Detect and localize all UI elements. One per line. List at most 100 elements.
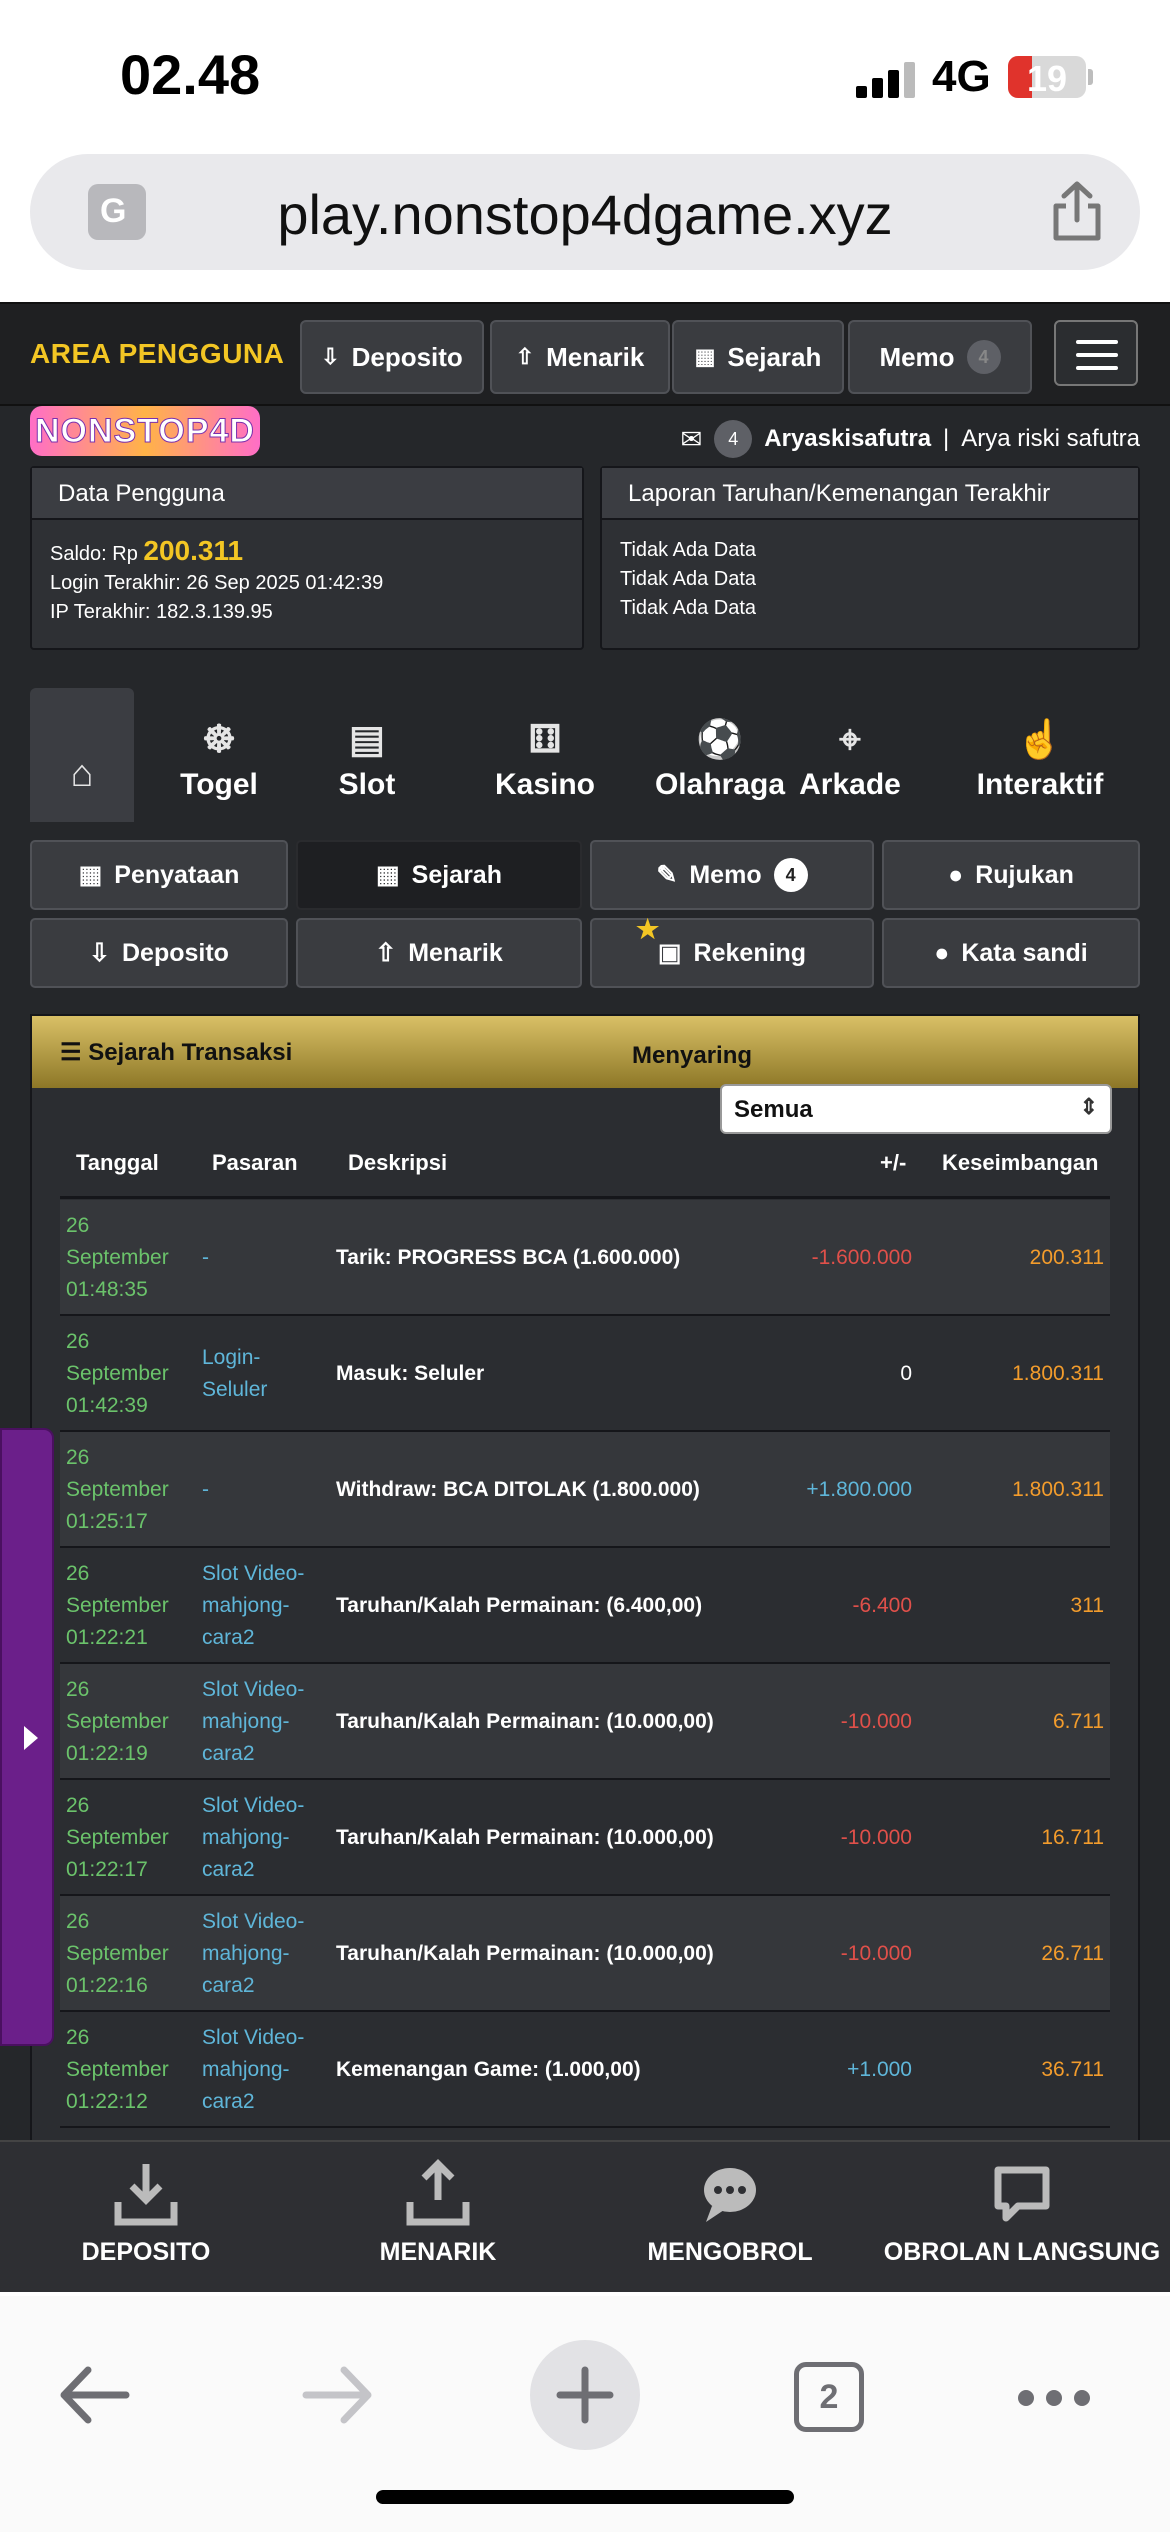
submenu-deposit[interactable]: ⇩ Deposito	[30, 918, 288, 988]
withdraw-icon: ⇧	[515, 344, 535, 369]
cell-amount: -10.000	[840, 1942, 912, 1965]
new-tab-button[interactable]	[530, 2340, 640, 2450]
market-part: mahjong-	[202, 1710, 290, 1733]
full-name: Arya riski safutra	[961, 425, 1140, 452]
cell-balance: 16.711	[1041, 1826, 1104, 1849]
market-part: mahjong-	[202, 1594, 290, 1617]
bottom-deposit-button[interactable]: DEPOSITO	[0, 2158, 292, 2288]
date-part: September	[66, 2058, 169, 2081]
cell-description: Tarik: PROGRESS BCA (1.600.000)	[336, 1246, 681, 1269]
table-row: 26 September 01:22:19 Slot Video-mahjong-ca…	[60, 1664, 1110, 1780]
submenu-memo[interactable]: ✎ Memo 4	[590, 840, 874, 910]
message-count-badge[interactable]: 4	[714, 420, 753, 458]
market-part: Slot Video-	[202, 1678, 305, 1701]
date-part: 26	[66, 1446, 90, 1469]
forward-arrow-icon[interactable]	[300, 2360, 376, 2430]
envelope-icon[interactable]: ✉	[680, 424, 702, 455]
market-part: cara2	[202, 1742, 255, 1765]
cell-market[interactable]: Login- Seluler	[202, 1342, 332, 1406]
cell-amount: -10.000	[840, 1826, 912, 1849]
date-part: 26	[66, 2026, 90, 2049]
category-arkade[interactable]: ⌖ Arkade	[790, 688, 910, 822]
crosshair-icon: ⌖	[839, 719, 861, 761]
battery-icon: 19	[1008, 56, 1086, 99]
market-part: Slot Video-	[202, 2026, 305, 2049]
cell-market[interactable]: Slot Video-mahjong-cara2	[202, 2022, 332, 2118]
list-icon: ☰	[60, 1039, 82, 1066]
cell-description: Taruhan/Kalah Permainan: (10.000,00)	[336, 1710, 714, 1733]
soccer-ball-icon: ⚽	[696, 719, 744, 761]
bottom-live-chat-button[interactable]: OBROLAN LANGSUNG	[876, 2158, 1168, 2288]
cell-description: Kemenangan Game: (1.000,00)	[336, 2058, 641, 2081]
date-part: 01:22:17	[66, 1858, 148, 1881]
site-logo[interactable]: NONSTOP4D	[30, 406, 260, 456]
submenu-statement[interactable]: ▦ Penyataan	[30, 840, 288, 910]
submenu-history[interactable]: ▦ Sejarah	[296, 840, 582, 910]
memo-count-badge: 4	[966, 340, 1001, 374]
cell-market[interactable]: Slot Video-mahjong-cara2	[202, 1790, 332, 1886]
market-part: cara2	[202, 1858, 255, 1881]
home-indicator	[376, 2490, 794, 2504]
battery-level: 19	[1026, 58, 1068, 99]
calendar-icon: ▦	[376, 861, 400, 889]
table-row: 26 September 01:22:16 Slot Video-mahjong-ca…	[60, 1896, 1110, 2012]
more-icon[interactable]	[1018, 2390, 1090, 2406]
slot-machine-icon: ▤	[349, 719, 385, 761]
cell-date: 26 September 01:22:17	[66, 1790, 196, 1886]
category-kasino[interactable]: ⚅ Kasino	[470, 688, 620, 822]
cell-amount: -6.400	[852, 1594, 912, 1617]
menu-icon[interactable]	[1054, 320, 1138, 386]
date-part: September	[66, 1826, 169, 1849]
category-togel[interactable]: ☸ Togel	[154, 688, 284, 822]
memo-button[interactable]: Memo 4	[848, 320, 1032, 394]
category-home[interactable]: ⌂	[30, 688, 134, 822]
table-row: 26 September 01:48:35 - Tarik: PROGRESS BCA …	[60, 1200, 1110, 1316]
cell-description: Taruhan/Kalah Permainan: (6.400,00)	[336, 1594, 703, 1617]
cell-date: 26 September 01:42:39	[66, 1326, 196, 1422]
withdraw-button[interactable]: ⇧ Menarik	[490, 320, 670, 394]
cell-balance: 36.711	[1041, 2058, 1104, 2081]
submenu-withdraw[interactable]: ⇧ Menarik	[296, 918, 582, 988]
filter-select[interactable]: Semua ⇕	[720, 1084, 1112, 1134]
cell-balance: 1.800.311	[1012, 1362, 1104, 1385]
back-arrow-icon[interactable]	[56, 2360, 132, 2430]
side-drawer-tab[interactable]	[0, 1428, 54, 2046]
bet-report-panel: Laporan Taruhan/Kemenangan Terakhir Tida…	[600, 466, 1140, 650]
address-bar[interactable]: G play.nonstop4dgame.xyz	[30, 154, 1140, 270]
deposit-button[interactable]: ⇩ Deposito	[300, 320, 484, 394]
date-part: 01:22:16	[66, 1974, 148, 1997]
report-line: Tidak Ada Data	[620, 568, 757, 590]
deposit-icon: ⇩	[89, 939, 110, 967]
cell-balance: 200.311	[1029, 1246, 1104, 1269]
submenu-account[interactable]: ★ ▣ Rekening	[590, 914, 874, 988]
category-olahraga[interactable]: ⚽ Olahraga	[630, 688, 810, 822]
submenu-referral[interactable]: ● Rujukan	[882, 840, 1140, 910]
calendar-icon: ▦	[78, 861, 103, 889]
cell-market[interactable]: -	[202, 1474, 332, 1506]
bottom-withdraw-button[interactable]: MENARIK	[292, 2158, 584, 2288]
market-part: Slot Video-	[202, 1562, 305, 1585]
home-icon: ⌂	[70, 753, 94, 795]
cell-market[interactable]: -	[202, 1242, 332, 1274]
transaction-history: ☰ Sejarah Transaksi Menyaring Semua ⇕ Ta…	[30, 1014, 1140, 2292]
username: Aryaskisafutra	[764, 425, 932, 452]
history-button[interactable]: ▦ Sejarah	[672, 320, 844, 394]
star-icon: ★	[636, 914, 660, 944]
date-part: 26	[66, 1678, 90, 1701]
history-label: Sejarah	[727, 341, 822, 372]
user-area-topbar: AREA PENGGUNA ⇩ Deposito ⇧ Menarik ▦ Sej…	[0, 302, 1170, 406]
cell-market[interactable]: Slot Video-mahjong-cara2	[202, 1674, 332, 1770]
tabs-button[interactable]: 2	[794, 2362, 864, 2432]
submenu-password[interactable]: ● Kata sandi	[882, 918, 1140, 988]
category-slot[interactable]: ▤ Slot	[312, 688, 422, 822]
bottom-chat-button[interactable]: MENGOBROL	[584, 2158, 876, 2288]
bet-report-title: Laporan Taruhan/Kemenangan Terakhir	[602, 468, 1138, 520]
col-description: Deskripsi	[348, 1150, 448, 1175]
category-interaktif[interactable]: ☝ Interaktif	[950, 688, 1130, 822]
url-text[interactable]: play.nonstop4dgame.xyz	[30, 182, 1140, 247]
date-part: 26	[66, 1562, 90, 1585]
share-icon[interactable]	[1042, 176, 1112, 246]
touch-icon: ☝	[1016, 719, 1064, 761]
cell-market[interactable]: Slot Video-mahjong-cara2	[202, 1906, 332, 2002]
cell-market[interactable]: Slot Video-mahjong-cara2	[202, 1558, 332, 1654]
